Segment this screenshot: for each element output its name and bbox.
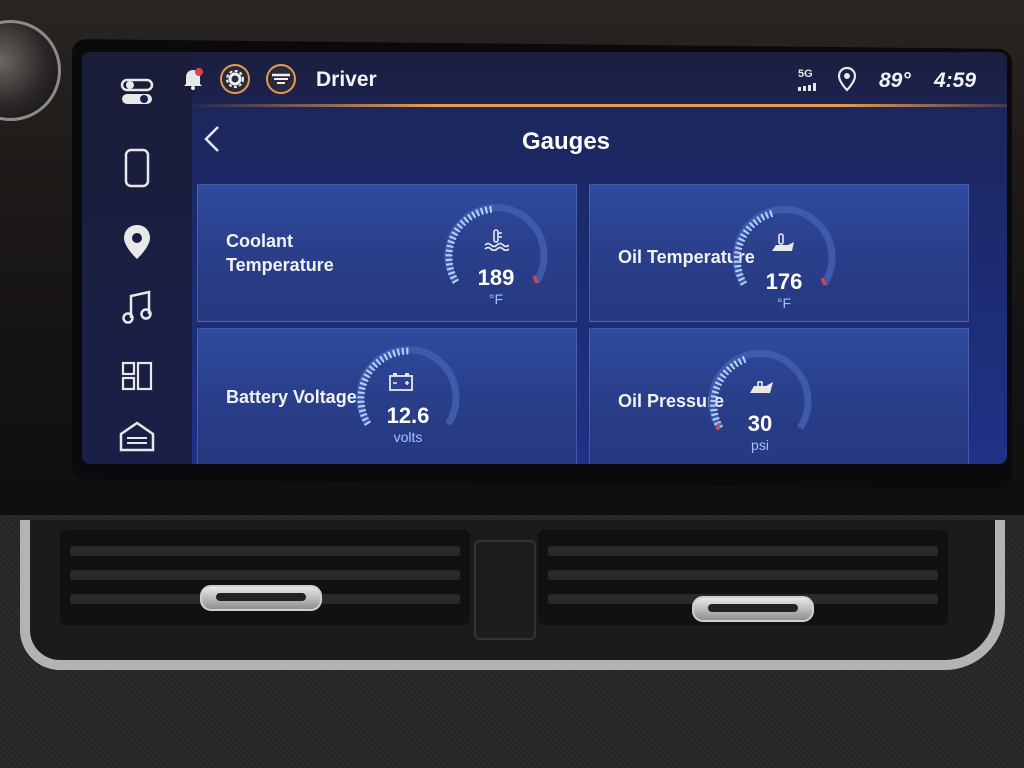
sidebar [82, 52, 192, 464]
settings-gear-icon[interactable] [220, 64, 250, 94]
vent-adjuster-right[interactable] [692, 596, 814, 622]
gauge-card-oil-pressure[interactable]: Oil Pressure 30 psi [589, 328, 969, 464]
network-indicator: 5G [798, 68, 813, 80]
gauge-card-oil-temperature[interactable]: Oil Temperature 176 °F [589, 184, 969, 322]
gauge-value: 176 [765, 269, 803, 294]
home-icon[interactable] [117, 416, 157, 456]
driver-mode-icon[interactable] [266, 64, 296, 94]
gauge-label-line2: Temperature [226, 255, 334, 275]
toggles-icon[interactable] [117, 72, 157, 112]
vent-divider [474, 540, 536, 640]
gauge-unit: °F [488, 291, 504, 307]
music-note-icon[interactable] [117, 288, 157, 328]
gauge-value: 12.6 [386, 403, 430, 428]
gauge-label: Coolant [226, 231, 293, 251]
battery-icon [389, 373, 413, 391]
back-chevron-icon[interactable] [200, 124, 224, 154]
oil-can-thermometer-icon [772, 233, 794, 251]
infotainment-screen: Driver 5G 89° 4:59 Gauges Coolant Temper… [82, 52, 1007, 464]
apps-grid-icon[interactable] [117, 356, 157, 396]
phone-icon[interactable] [117, 148, 157, 188]
gauge-unit: volts [393, 429, 423, 445]
vent-adjuster-left[interactable] [200, 585, 322, 611]
gauge-card-coolant-temperature[interactable]: Coolant Temperature 189 °F [197, 184, 577, 322]
coolant-thermometer-icon [484, 229, 509, 251]
gauge-card-battery-voltage[interactable]: Battery Voltage 12.6 volts [197, 328, 577, 464]
clock: 4:59 [934, 69, 977, 92]
gauge-value: 189 [477, 265, 515, 290]
oil-can-icon [750, 381, 773, 393]
outside-temperature: 89° [879, 69, 911, 92]
gauge-label: Battery Voltage [226, 387, 357, 407]
page-title: Gauges [522, 128, 611, 155]
location-status-icon [837, 66, 857, 92]
gauge-value: 30 [747, 411, 773, 436]
gauge-unit: psi [751, 437, 769, 453]
signal-strength-icon [798, 83, 816, 91]
notification-bell-icon[interactable] [180, 66, 206, 92]
gauge-unit: °F [776, 295, 792, 311]
driver-profile-label[interactable]: Driver [316, 68, 377, 92]
status-bar-accent-line [182, 104, 1007, 107]
location-pin-icon[interactable] [117, 222, 157, 262]
